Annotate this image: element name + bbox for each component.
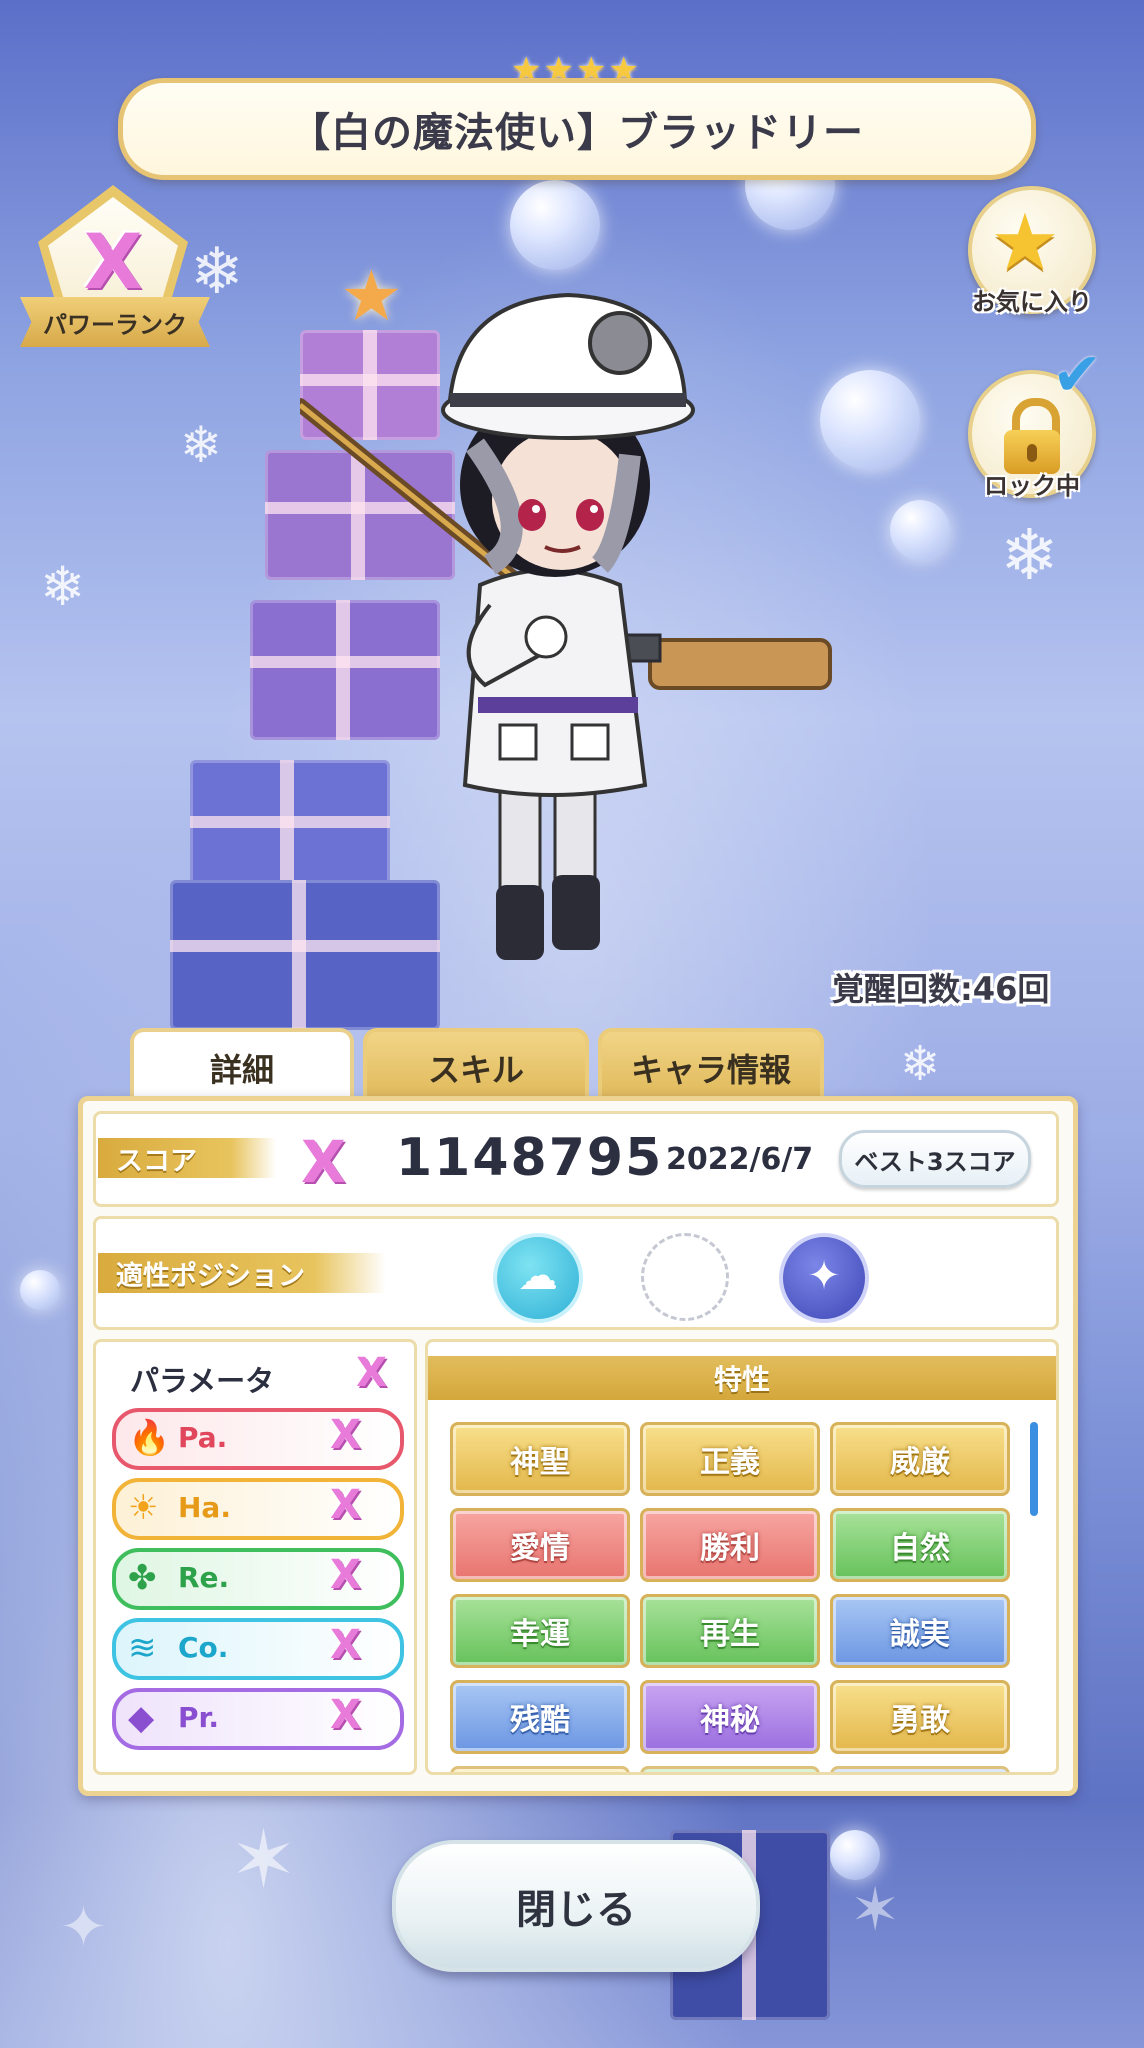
power-rank-badge[interactable]: X パワーランク [20, 185, 210, 365]
favorite-button[interactable]: ★ お気に入り [968, 186, 1096, 316]
score-value: 1148795 [396, 1128, 664, 1188]
parameter-pa: 🔥 Pa. X [112, 1408, 404, 1470]
ornament [890, 500, 950, 560]
snowflake-icon: ❄ [40, 555, 86, 618]
parameter-rank: X [330, 1552, 361, 1598]
score-label: スコア [98, 1138, 276, 1178]
snowflake-icon: ✦ [60, 1895, 107, 1960]
card-title: 【白の魔法使い】ブラッドリー [290, 110, 864, 156]
position-label: 適性ポジション [98, 1253, 386, 1293]
cloud-icon: ☁ [493, 1233, 583, 1323]
trait-badge: 勇敢 [830, 1680, 1010, 1754]
parameter-name: Co. [178, 1631, 229, 1664]
parameter-co: ≋ Co. X [112, 1618, 404, 1680]
parameter-name: Re. [178, 1561, 230, 1594]
snowflake-icon: ✶ [230, 1813, 298, 1906]
trait-badge: 残酷 [450, 1680, 630, 1754]
parameter-name: Ha. [178, 1491, 231, 1524]
parameter-rank: X [330, 1622, 361, 1668]
lock-label: ロック中 [984, 472, 1080, 500]
ornament [510, 180, 600, 270]
power-rank-label: パワーランク [43, 310, 187, 339]
trait-badge: 神聖 [450, 1422, 630, 1496]
trait-badge-partial [450, 1766, 630, 1772]
diamond-icon: ◆ [128, 1698, 155, 1738]
tab-detail[interactable]: 詳細 [130, 1028, 354, 1104]
close-button[interactable]: 閉じる [392, 1840, 760, 1972]
trait-badge: 威厳 [830, 1422, 1010, 1496]
trait-title: 特性 [428, 1356, 1056, 1400]
trait-grid: 神聖 正義 威厳 愛情 勝利 自然 幸運 再生 誠実 残酷 神秘 勇敢 [450, 1422, 1016, 1772]
awakening-count: 覚醒回数:46回 [832, 970, 1050, 1008]
trait-badge: 神秘 [640, 1680, 820, 1754]
ornament [20, 1270, 60, 1310]
wave-icon: ≋ [128, 1628, 157, 1668]
score-rank: X [301, 1128, 346, 1196]
parameter-rank: X [330, 1412, 361, 1458]
trait-badge-partial [830, 1766, 1010, 1772]
position-section: 適性ポジション ☁ ✦ [93, 1216, 1059, 1330]
snowflake-icon: ❄ [900, 1036, 941, 1092]
card-detail-screen: ❄ ❄ ❄ ❄ ❄ ✶ ✦ ✶ ★ ★ ★ ★ ★ 【白の魔法使い】ブラッドリー… [0, 0, 1144, 2048]
lock-keyhole [1027, 444, 1037, 462]
empty-position-slot [641, 1233, 729, 1321]
trait-badge-partial [640, 1766, 820, 1772]
parameter-name: Pr. [178, 1701, 219, 1734]
parameter-total-rank: X [356, 1350, 387, 1396]
trait-badge: 再生 [640, 1594, 820, 1668]
fish-icon: ✦ [779, 1233, 869, 1323]
trait-badge: 誠実 [830, 1594, 1010, 1668]
clover-icon: ✤ [128, 1558, 157, 1598]
trait-badge: 愛情 [450, 1508, 630, 1582]
snowflake-icon: ❄ [1000, 514, 1059, 596]
parameter-title: パラメータ [130, 1364, 275, 1398]
card-title-banner: 【白の魔法使い】ブラッドリー [118, 78, 1036, 180]
trait-scrollbar[interactable] [1030, 1422, 1038, 1516]
parameter-pr: ◆ Pr. X [112, 1688, 404, 1750]
parameter-name: Pa. [178, 1421, 228, 1454]
trait-badge: 正義 [640, 1422, 820, 1496]
trait-badge: 幸運 [450, 1594, 630, 1668]
trait-badge: 自然 [830, 1508, 1010, 1582]
parameter-section: パラメータ X 🔥 Pa. X ☀ Ha. X ✤ Re. X ≋ Co. X [93, 1339, 417, 1775]
snowflake-icon: ❄ [180, 416, 222, 474]
trait-section[interactable]: 特性 神聖 正義 威厳 愛情 勝利 自然 幸運 再生 誠実 残酷 神秘 勇敢 [425, 1339, 1059, 1775]
snowflake-icon: ✶ [850, 1875, 901, 1945]
sun-icon: ☀ [128, 1488, 159, 1528]
ornament [830, 1830, 880, 1880]
parameter-rank: X [330, 1482, 361, 1528]
power-rank-ribbon: パワーランク [20, 297, 210, 347]
detail-panel: スコア X 1148795 2022/6/7 ベスト3スコア 適性ポジション ☁… [78, 1096, 1078, 1796]
character-illustration [300, 292, 832, 960]
parameter-ha: ☀ Ha. X [112, 1478, 404, 1540]
best3-score-button[interactable]: ベスト3スコア [839, 1130, 1031, 1188]
checkmark-icon: ✔ [1052, 340, 1103, 410]
parameter-rank: X [330, 1692, 361, 1738]
fire-icon: 🔥 [128, 1418, 171, 1458]
power-rank-value: X [83, 216, 143, 306]
star-icon: ★ [990, 198, 1060, 288]
score-section: スコア X 1148795 2022/6/7 ベスト3スコア [93, 1111, 1059, 1207]
parameter-re: ✤ Re. X [112, 1548, 404, 1610]
favorite-label: お気に入り [972, 288, 1092, 316]
score-date: 2022/6/7 [666, 1142, 814, 1177]
trait-badge: 勝利 [640, 1508, 820, 1582]
